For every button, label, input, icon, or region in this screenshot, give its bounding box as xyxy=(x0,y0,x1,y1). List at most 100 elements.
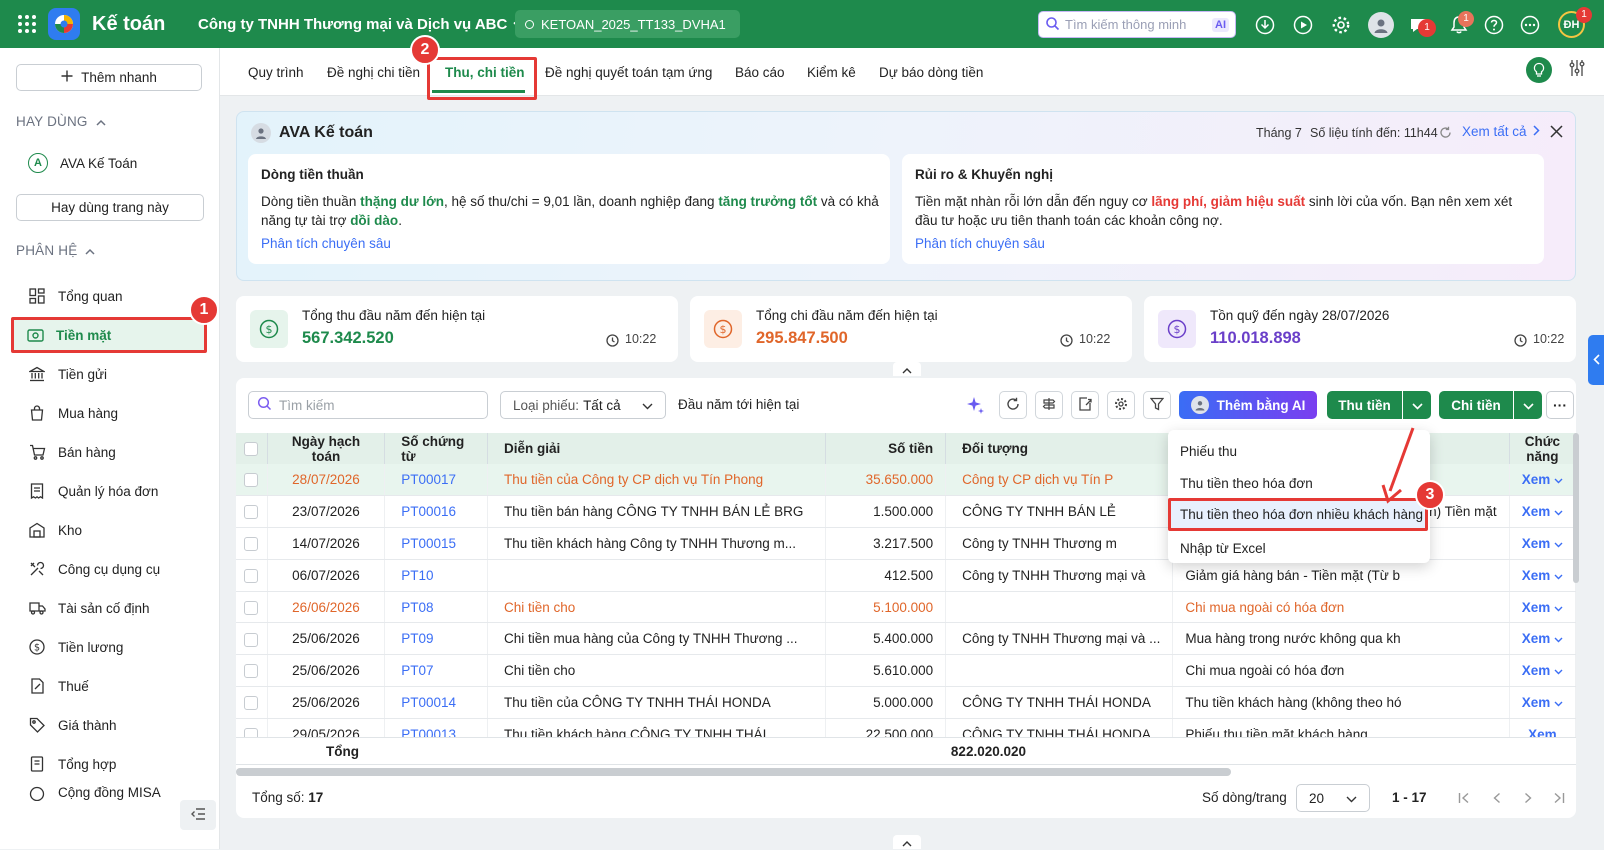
vertical-scrollbar[interactable] xyxy=(1573,433,1579,583)
view-all-link[interactable]: Xem tất cả xyxy=(1462,124,1540,139)
cell-action[interactable]: Xem xyxy=(1509,622,1576,656)
table-row[interactable]: 25/06/2026 PT09 Chi tiền mua hàng của Cô… xyxy=(236,622,1576,656)
favorite-page-button[interactable]: Hay dùng trang này xyxy=(16,194,204,221)
side-drawer-handle[interactable] xyxy=(1588,335,1604,385)
cell-action[interactable]: Xem xyxy=(1509,527,1576,560)
tab-inventory-check[interactable]: Kiểm kê xyxy=(807,65,856,80)
company-selector[interactable]: Công ty TNHH Thương mại và Dịch vụ ABC xyxy=(198,16,524,33)
col-voucher-no[interactable]: Số chứng từ xyxy=(384,433,488,464)
collapse-bottom-button[interactable] xyxy=(893,835,921,849)
app-grid-icon[interactable] xyxy=(16,13,38,35)
modules-section-header[interactable]: PHÂN HỆ xyxy=(16,243,95,258)
deep-analysis-link[interactable]: Phân tích chuyên sâu xyxy=(261,236,391,251)
chevron-down-icon[interactable] xyxy=(1554,472,1563,487)
view-link[interactable]: Xem xyxy=(1522,568,1551,583)
play-icon[interactable] xyxy=(1292,14,1314,36)
favorite-item-ava[interactable]: A AVA Kế Toán xyxy=(16,145,206,181)
rows-per-page-select[interactable]: 20 xyxy=(1296,784,1370,812)
receive-money-dropdown-toggle[interactable] xyxy=(1403,391,1431,419)
sidebar-item-overview[interactable]: Tổng quan xyxy=(16,278,206,314)
ai-sparkle-icon[interactable] xyxy=(965,395,985,418)
chevron-down-icon[interactable] xyxy=(1554,536,1563,551)
close-panel-icon[interactable] xyxy=(1550,125,1563,141)
next-page-icon[interactable] xyxy=(1522,792,1534,807)
sidebar-item-tax[interactable]: Thuế xyxy=(16,668,206,704)
cell-voucher-no[interactable]: PT00015 xyxy=(384,527,488,560)
col-object[interactable]: Đối tượng xyxy=(945,433,1174,464)
voucher-type-select[interactable]: Loại phiếu: Tất cả xyxy=(500,391,666,419)
chevron-down-icon[interactable] xyxy=(1554,600,1563,615)
export-button[interactable] xyxy=(1071,391,1099,419)
refresh-button[interactable] xyxy=(999,391,1027,419)
cell-voucher-no[interactable]: PT10 xyxy=(384,559,488,592)
cell-action[interactable]: Xem xyxy=(1509,654,1576,688)
view-link[interactable]: Xem xyxy=(1522,663,1551,678)
cell-action[interactable]: Xem xyxy=(1509,464,1576,497)
transfer-button[interactable] xyxy=(1035,391,1063,419)
filter-button[interactable] xyxy=(1143,391,1171,419)
row-checkbox[interactable] xyxy=(244,569,258,583)
more-actions-button[interactable]: ··· xyxy=(1546,391,1574,419)
sidebar-item-payroll[interactable]: $ Tiền lương xyxy=(16,629,206,665)
sidebar-item-warehouse[interactable]: Kho xyxy=(16,512,206,548)
sidebar-item-sales[interactable]: Bán hàng xyxy=(16,434,206,470)
view-link[interactable]: Xem xyxy=(1522,536,1551,551)
sidebar-item-tools[interactable]: Công cụ dụng cụ xyxy=(16,551,206,587)
collapse-sidebar-button[interactable] xyxy=(180,800,216,830)
more-options-icon[interactable] xyxy=(1519,14,1541,36)
col-date[interactable]: Ngày hạch toán xyxy=(267,433,386,464)
cell-voucher-no[interactable]: PT00017 xyxy=(384,464,488,497)
cell-voucher-no[interactable]: PT00016 xyxy=(384,495,488,529)
table-row[interactable]: 06/07/2026 PT10 412.500 Công ty TNHH Thư… xyxy=(236,559,1576,592)
chevron-down-icon[interactable] xyxy=(1554,631,1563,646)
customize-sliders-icon[interactable] xyxy=(1568,59,1590,81)
sidebar-item-purchase[interactable]: Mua hàng xyxy=(16,395,206,431)
row-checkbox[interactable] xyxy=(244,537,258,552)
download-icon[interactable] xyxy=(1254,14,1276,36)
table-row[interactable]: 25/06/2026 PT07 Chi tiền cho 5.610.000 C… xyxy=(236,654,1576,688)
pay-money-button[interactable]: Chi tiền xyxy=(1439,391,1513,419)
view-link[interactable]: Xem xyxy=(1522,695,1551,710)
sidebar-item-fixed-assets[interactable]: Tài sản cố định xyxy=(16,590,206,626)
favorites-section-header[interactable]: HAY DÙNG xyxy=(16,114,106,129)
sidebar-item-summary[interactable]: Tổng hợp xyxy=(16,746,206,782)
settings-gear-icon[interactable] xyxy=(1330,14,1352,36)
cell-action[interactable]: Xem xyxy=(1509,559,1576,592)
deep-analysis-link[interactable]: Phân tích chuyên sâu xyxy=(915,236,1045,251)
row-checkbox[interactable] xyxy=(244,600,258,615)
menu-item-import-excel[interactable]: Nhập từ Excel xyxy=(1180,541,1266,556)
row-checkbox[interactable] xyxy=(244,696,258,711)
first-page-icon[interactable] xyxy=(1458,792,1470,807)
assistant-avatar-icon[interactable] xyxy=(1368,12,1394,38)
col-amount[interactable]: Số tiền xyxy=(825,433,947,464)
receive-money-button[interactable]: Thu tiền xyxy=(1327,391,1402,419)
row-checkbox[interactable] xyxy=(244,632,258,647)
search-input[interactable]: Tìm kiếm xyxy=(248,391,488,419)
sidebar-item-community[interactable]: Cộng đồng MISA xyxy=(16,785,206,801)
view-link[interactable]: Xem xyxy=(1522,472,1551,487)
sidebar-item-bank[interactable]: Tiền gửi xyxy=(16,356,206,392)
last-page-icon[interactable] xyxy=(1553,792,1565,807)
help-icon[interactable] xyxy=(1483,14,1505,36)
smart-search-box[interactable]: Tìm kiếm thông minh AI xyxy=(1038,11,1236,38)
quick-add-button[interactable]: Thêm nhanh xyxy=(16,64,202,91)
database-selector[interactable]: KETOAN_2025_TT133_DVHA1 xyxy=(515,10,740,38)
chevron-down-icon[interactable] xyxy=(1554,504,1563,519)
tab-payment-request[interactable]: Đề nghị chi tiền xyxy=(327,65,420,80)
tab-cashflow-forecast[interactable]: Dự báo dòng tiền xyxy=(879,65,983,80)
horizontal-scrollbar[interactable] xyxy=(236,768,1231,776)
lightbulb-icon[interactable] xyxy=(1526,57,1552,83)
pay-money-dropdown-toggle[interactable] xyxy=(1514,391,1542,419)
cell-action[interactable]: Xem xyxy=(1509,495,1576,529)
table-row[interactable]: 25/06/2026 PT00014 Thu tiền của CÔNG TY … xyxy=(236,686,1576,719)
add-with-ai-button[interactable]: Thêm bằng AI xyxy=(1179,391,1317,419)
table-row[interactable]: 26/06/2026 PT08 Chi tiền cho 5.100.000 C… xyxy=(236,591,1576,624)
row-checkbox[interactable] xyxy=(244,505,258,520)
row-checkbox[interactable] xyxy=(244,664,258,679)
cell-voucher-no[interactable]: PT00014 xyxy=(384,686,488,719)
chevron-down-icon[interactable] xyxy=(1554,695,1563,710)
col-description[interactable]: Diễn giải xyxy=(487,433,827,464)
tab-reports[interactable]: Báo cáo xyxy=(735,65,785,80)
sidebar-item-costing[interactable]: Giá thành xyxy=(16,707,206,743)
view-link[interactable]: Xem xyxy=(1522,504,1551,519)
